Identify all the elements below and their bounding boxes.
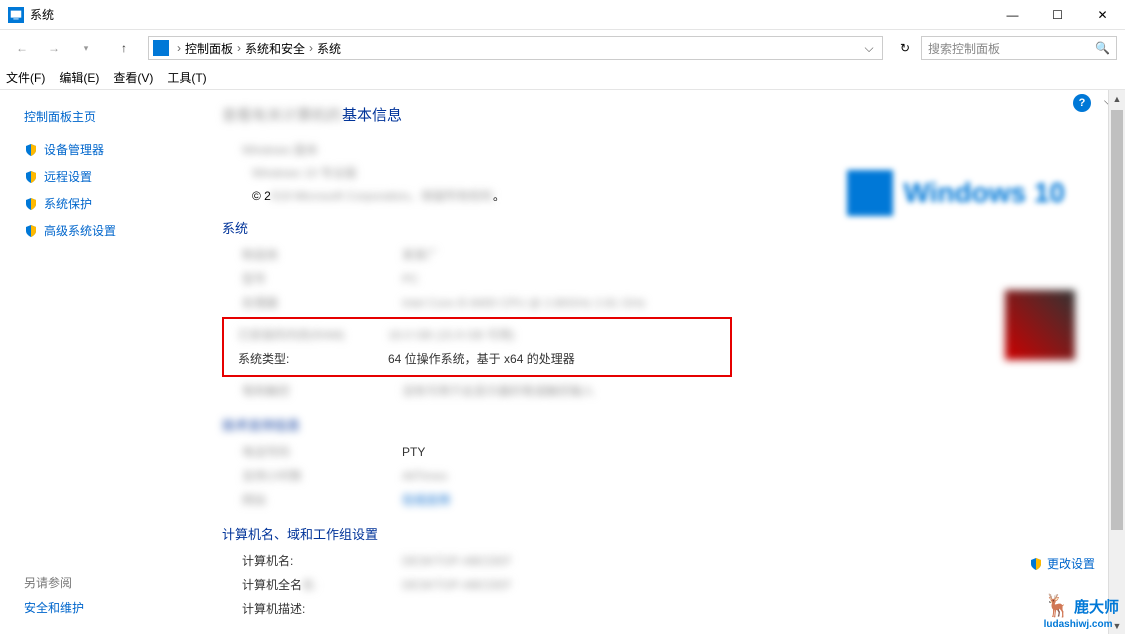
computer-desc-value bbox=[402, 599, 1101, 619]
address-bar[interactable]: › 控制面板 › 系统和安全 › 系统 ⌵ bbox=[148, 36, 883, 60]
highlight-system-type: 已安装的内存(RAM)16.0 GB (15.9 GB 可用) 系统类型:64 … bbox=[222, 317, 732, 377]
sidebar-item-label: 设备管理器 bbox=[44, 141, 104, 158]
chevron-right-icon: › bbox=[237, 41, 241, 55]
sidebar-advanced-settings[interactable]: 高级系统设置 bbox=[24, 222, 190, 239]
sidebar-item-label: 远程设置 bbox=[44, 168, 92, 185]
blurred-value: 没有可用于此显示器的笔或触控输入 bbox=[402, 381, 1101, 401]
nav-up-button[interactable]: ↑ bbox=[110, 34, 138, 62]
watermark-name: 鹿大师 bbox=[1074, 596, 1119, 617]
blurred-label: 已安装的内存(RAM) bbox=[238, 325, 388, 345]
breadcrumb-system-security[interactable]: 系统和安全 bbox=[245, 40, 305, 57]
nav-back-button[interactable]: ← bbox=[8, 34, 36, 62]
search-input[interactable]: 搜索控制面板 🔍 bbox=[921, 36, 1117, 60]
location-icon bbox=[153, 40, 169, 56]
blurred-text: Windows 版本 bbox=[242, 141, 1101, 158]
sidebar-item-label: 高级系统设置 bbox=[44, 222, 116, 239]
window-title: 系统 bbox=[30, 6, 990, 23]
blurred-value: PC bbox=[402, 269, 1101, 289]
oem-logo bbox=[1005, 290, 1075, 360]
refresh-button[interactable]: ↻ bbox=[893, 36, 917, 60]
section-system: 系统 bbox=[222, 218, 1101, 237]
shield-icon bbox=[24, 224, 38, 238]
control-panel-home-link[interactable]: 控制面板主页 bbox=[24, 108, 190, 125]
windows-logo: Windows 10 bbox=[847, 170, 1065, 216]
blurred-value: Intel Core i5 8400 CPU @ 2.80GHz 2.81 GH… bbox=[402, 293, 1101, 313]
chevron-right-icon: › bbox=[177, 41, 181, 55]
sidebar-item-label: 系统保护 bbox=[44, 195, 92, 212]
breadcrumb-system[interactable]: 系统 bbox=[317, 40, 341, 57]
section-computer-name: 计算机名、域和工作组设置 bbox=[222, 524, 1101, 543]
blurred-label: 电话号码 bbox=[242, 442, 402, 462]
sidebar-remote-settings[interactable]: 远程设置 bbox=[24, 168, 190, 185]
blurred-section-title: 技术支持信息 bbox=[222, 415, 1101, 434]
menu-file[interactable]: 文件(F) bbox=[6, 69, 45, 86]
blurred-value: 在线支持 bbox=[402, 490, 1101, 510]
address-dropdown-button[interactable]: ⌵ bbox=[860, 41, 878, 56]
change-settings-link[interactable]: 更改设置 bbox=[1029, 555, 1095, 572]
breadcrumb-control-panel[interactable]: 控制面板 bbox=[185, 40, 233, 57]
blurred-label: 笔和触控 bbox=[242, 381, 402, 401]
help-button[interactable]: ? bbox=[1073, 94, 1091, 112]
change-settings-label: 更改设置 bbox=[1047, 555, 1095, 572]
scroll-thumb[interactable] bbox=[1111, 110, 1123, 530]
sidebar-device-manager[interactable]: 设备管理器 bbox=[24, 141, 190, 158]
blurred-value: 16.0 GB (15.9 GB 可用) bbox=[388, 325, 726, 345]
menu-tools[interactable]: 工具(T) bbox=[167, 69, 206, 86]
sidebar-system-protection[interactable]: 系统保护 bbox=[24, 195, 190, 212]
blurred-value: DESKTOP-ABCDEF bbox=[402, 575, 1101, 595]
shield-icon bbox=[24, 170, 38, 184]
blurred-label: 处理器 bbox=[242, 293, 402, 313]
minimize-button[interactable]: — bbox=[990, 0, 1035, 30]
maximize-button[interactable]: ☐ bbox=[1035, 0, 1080, 30]
nav-recent-dropdown[interactable]: ▾ bbox=[72, 34, 100, 62]
see-also-heading: 另请参阅 bbox=[24, 574, 84, 591]
blurred-label: 制造商 bbox=[242, 245, 402, 265]
blurred-value: 某某厂 bbox=[402, 245, 1101, 265]
blurred-value: AllTimes bbox=[402, 466, 1101, 486]
search-icon: 🔍 bbox=[1095, 41, 1110, 55]
blurred-value: DESKTOP-ABCDEF bbox=[402, 551, 1101, 571]
computer-name-label: 计算机名: bbox=[242, 551, 402, 571]
page-title-suffix: 基本信息 bbox=[342, 107, 402, 124]
system-type-label: 系统类型: bbox=[238, 349, 388, 369]
shield-icon bbox=[24, 197, 38, 211]
close-button[interactable]: ✕ bbox=[1080, 0, 1125, 30]
menu-view[interactable]: 查看(V) bbox=[113, 69, 153, 86]
vertical-scrollbar[interactable]: ▲ ▼ bbox=[1108, 90, 1125, 634]
blurred-text: 019 Microsoft Corporation。保留所有权利 bbox=[271, 189, 493, 203]
watermark: 🦌鹿大师 ludashiwj.com bbox=[1044, 593, 1119, 630]
scroll-up-button[interactable]: ▲ bbox=[1109, 90, 1125, 107]
blurred-text: 查看有关计算机的 bbox=[222, 107, 342, 124]
deer-icon: 🦌 bbox=[1044, 593, 1071, 619]
nav-forward-button[interactable]: → bbox=[40, 34, 68, 62]
blurred-label: 支持小时数 bbox=[242, 466, 402, 486]
blurred-label: 型号 bbox=[242, 269, 402, 289]
shield-icon bbox=[1029, 557, 1043, 571]
page-title: 查看有关计算机的基本信息 bbox=[222, 104, 1101, 125]
shield-icon bbox=[24, 143, 38, 157]
blurred-label: 网站 bbox=[242, 490, 402, 510]
see-also-security-link[interactable]: 安全和维护 bbox=[24, 599, 84, 616]
system-type-value: 64 位操作系统，基于 x64 的处理器 bbox=[388, 349, 726, 369]
search-placeholder: 搜索控制面板 bbox=[928, 40, 1095, 57]
chevron-right-icon: › bbox=[309, 41, 313, 55]
system-app-icon bbox=[8, 7, 24, 23]
computer-desc-label: 计算机描述: bbox=[242, 599, 402, 619]
pty-value: PTY bbox=[402, 442, 1101, 462]
watermark-url: ludashiwj.com bbox=[1044, 619, 1119, 630]
computer-fullname-label: 计算机全名名: bbox=[242, 575, 402, 595]
menu-edit[interactable]: 编辑(E) bbox=[59, 69, 99, 86]
